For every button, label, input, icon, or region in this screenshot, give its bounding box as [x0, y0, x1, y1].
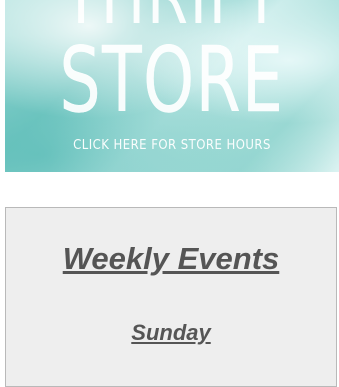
weekly-events-heading: Weekly Events [62, 241, 280, 276]
banner-title-main: STORE [59, 28, 285, 134]
weekly-events-panel: Weekly Events Sunday [5, 207, 337, 387]
store-hours-banner[interactable]: THRIFT STORE CLICK HERE FOR STORE HOURS [5, 0, 339, 172]
event-day-heading: Sunday [131, 320, 211, 345]
store-hours-link[interactable]: CLICK HERE FOR STORE HOURS [22, 138, 323, 153]
